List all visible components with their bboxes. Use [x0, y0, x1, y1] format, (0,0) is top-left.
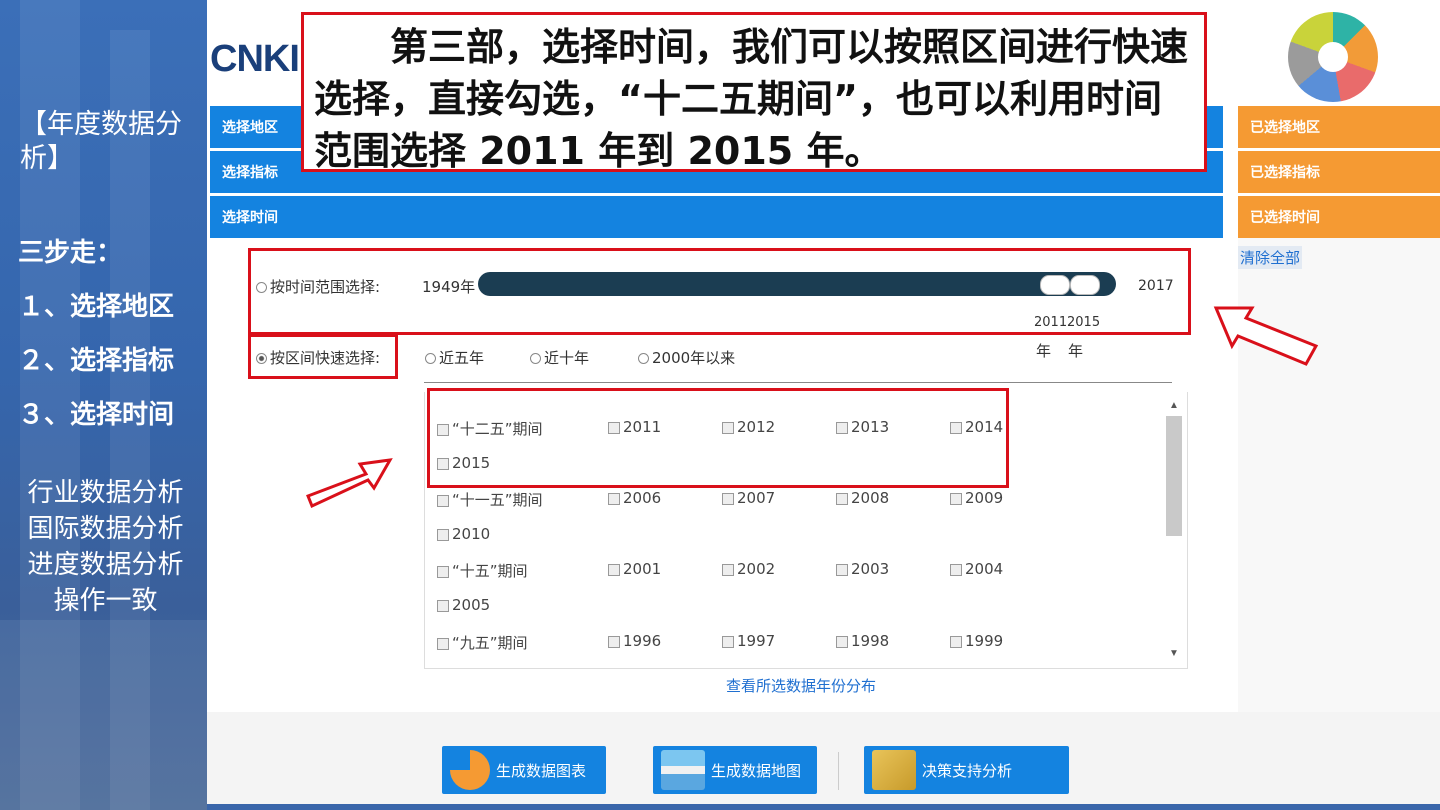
instruction-callout: 第三部，选择时间，我们可以按照区间进行快速选择，直接勾选，“十二五期间”，也可以… — [301, 12, 1207, 173]
slider-start-handle[interactable] — [1040, 275, 1070, 295]
year-checkbox[interactable]: 2012 — [722, 418, 775, 436]
quick-select-label: 按区间快速选择: — [270, 349, 381, 367]
year-checkbox[interactable]: 2007 — [722, 489, 775, 507]
year-checkbox[interactable]: 1996 — [608, 632, 661, 650]
misc-line-2: 国际数据分析 — [27, 514, 184, 544]
steps-heading: 三步走： — [18, 238, 123, 268]
generate-chart-label: 生成数据图表 — [496, 762, 587, 780]
year-checkbox[interactable]: 2002 — [722, 560, 775, 578]
panel-title: 【年度数据分析】 — [20, 109, 182, 174]
selected-region-bar[interactable]: 已选择地区 — [1238, 106, 1440, 148]
year-checkbox[interactable]: 2011 — [608, 418, 661, 436]
view-year-distribution-link[interactable]: 查看所选数据年份分布 — [726, 675, 876, 696]
button-separator — [838, 752, 839, 790]
year-checkbox[interactable]: 2008 — [836, 489, 889, 507]
year-checkbox[interactable]: 1997 — [722, 632, 775, 650]
selected-end-year: 2015 — [1067, 315, 1101, 330]
misc-line-3: 进度数据分析 — [27, 550, 184, 580]
misc-line-4: 操作一致 — [53, 586, 158, 616]
pie-chart-icon — [450, 750, 490, 790]
clear-all-link[interactable]: 清除全部 — [1238, 246, 1303, 269]
selected-start-year: 2011 — [1034, 315, 1068, 330]
step-2: ２、选择指标 — [18, 346, 175, 376]
scroll-down-icon[interactable]: ▼ — [1169, 648, 1179, 659]
quick-option-since-2000[interactable]: 2000年以来 — [638, 347, 735, 368]
select-time-bar[interactable]: 选择时间 — [210, 196, 1223, 238]
period-checkbox-12th[interactable]: “十二五”期间 — [437, 418, 543, 439]
map-icon — [661, 750, 705, 790]
year-checkbox[interactable]: 1999 — [950, 632, 1003, 650]
year-checkbox[interactable]: 2004 — [950, 560, 1003, 578]
arrow-pointer-icon — [306, 458, 393, 509]
generate-map-button[interactable]: 生成数据地图 — [653, 746, 817, 794]
range-end-label: 2017 — [1138, 278, 1174, 294]
period-checkbox-10th[interactable]: “十五”期间 — [437, 560, 528, 581]
year-checkbox[interactable]: 2014 — [950, 418, 1003, 436]
year-range-slider[interactable] — [478, 272, 1116, 296]
range-start-label: 1949年 — [422, 278, 476, 296]
pie-chart-decoration-icon — [1288, 12, 1378, 102]
left-slide-panel: 【年度数据分析】 三步走： １、选择地区 ２、选择指标 ３、选择时间 行业数据分… — [0, 0, 207, 810]
radio-quick-select[interactable] — [256, 353, 267, 364]
divider — [424, 382, 1172, 383]
quick-option-5y[interactable]: 近五年 — [425, 347, 484, 368]
decision-support-label: 决策支持分析 — [922, 762, 1013, 780]
scroll-up-icon[interactable]: ▲ — [1169, 400, 1179, 411]
misc-line-1: 行业数据分析 — [27, 478, 184, 508]
related-analyses: 行业数据分析 国际数据分析 进度数据分析 操作一致 — [8, 475, 203, 619]
decision-box-icon — [872, 750, 916, 790]
action-footer — [207, 712, 1440, 810]
selected-time-bar[interactable]: 已选择时间 — [1238, 196, 1440, 238]
scrollbar-thumb[interactable] — [1166, 416, 1182, 536]
quick-option-10y[interactable]: 近十年 — [530, 347, 589, 368]
period-checkbox-9th[interactable]: “九五”期间 — [437, 632, 528, 653]
year-checkbox[interactable]: 2006 — [608, 489, 661, 507]
year-checkbox[interactable]: 2001 — [608, 560, 661, 578]
decision-support-button[interactable]: 决策支持分析 — [864, 746, 1069, 794]
cnki-logo: CNKI — [210, 38, 300, 80]
year-checkbox[interactable]: 1998 — [836, 632, 889, 650]
year-checkbox[interactable]: 2009 — [950, 489, 1003, 507]
year-checkbox[interactable]: 2013 — [836, 418, 889, 436]
selected-start-unit: 年 — [1036, 342, 1052, 360]
slider-end-handle[interactable] — [1070, 275, 1100, 295]
time-range-option[interactable]: 按时间范围选择: — [256, 276, 380, 297]
step-3: ３、选择时间 — [18, 400, 175, 430]
year-checkbox[interactable]: 2005 — [437, 596, 490, 614]
year-checkbox[interactable]: 2010 — [437, 525, 490, 543]
generate-map-label: 生成数据地图 — [711, 762, 802, 780]
time-range-label: 按时间范围选择: — [270, 278, 381, 296]
year-checkbox[interactable]: 2015 — [437, 454, 490, 472]
step-1: １、选择地区 — [18, 292, 175, 322]
quick-select-option[interactable]: 按区间快速选择: — [256, 347, 380, 368]
radio-time-range[interactable] — [256, 282, 267, 293]
generate-chart-button[interactable]: 生成数据图表 — [442, 746, 606, 794]
year-checkbox[interactable]: 2003 — [836, 560, 889, 578]
selected-end-unit: 年 — [1068, 342, 1084, 360]
arrow-pointer-icon-right — [1213, 306, 1319, 366]
period-checkbox-11th[interactable]: “十一五”期间 — [437, 489, 543, 510]
selected-indicator-bar[interactable]: 已选择指标 — [1238, 151, 1440, 193]
